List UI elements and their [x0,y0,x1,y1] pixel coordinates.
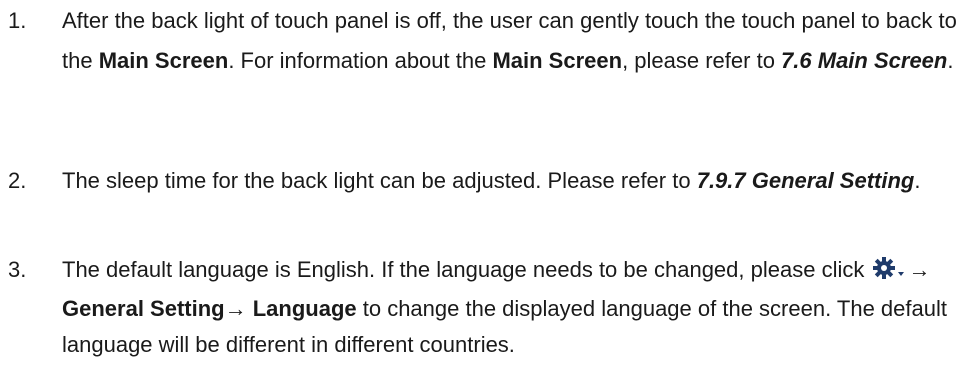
item-number: 3. [8,257,27,282]
main-screen-term: Main Screen [98,48,229,73]
item-text: The default language is English. If the … [62,255,947,357]
item-number: 1. [8,8,27,33]
main-screen-term: Main Screen [492,48,623,73]
item-text: After the back light of touch panel is o… [62,8,957,73]
item-text: The sleep time for the back light can be… [62,168,921,193]
menu-path-general-setting: General Setting [62,296,225,321]
item-number: 2. [8,168,27,193]
section-reference: 7.9.7 General Setting [696,168,915,193]
section-reference: 7.6 Main Screen [781,48,948,73]
chevron-down-icon [898,272,905,276]
menu-path-language: Language [252,296,357,321]
gear-dropdown-icon [872,255,906,291]
gear-icon [873,257,905,279]
